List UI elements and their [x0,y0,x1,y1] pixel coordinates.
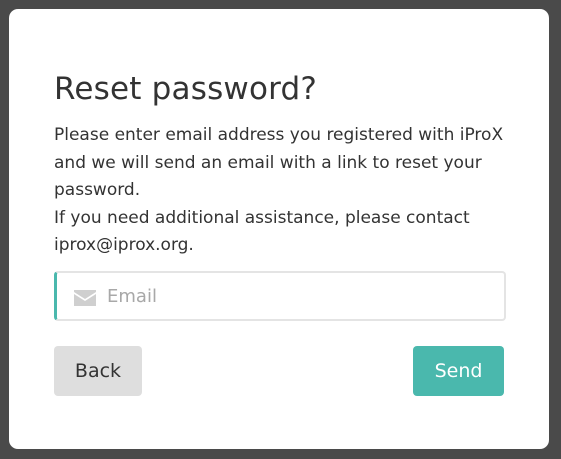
back-button[interactable]: Back [54,346,142,396]
dialog-title: Reset password? [54,71,318,107]
envelope-icon [74,290,96,306]
send-button[interactable]: Send [413,346,504,396]
assistance-text: If you need additional assistance, pleas… [54,207,470,256]
reset-password-dialog: Reset password? Please enter email addre… [9,9,549,449]
instructions-text: Please enter email address you registere… [54,125,504,200]
email-field[interactable] [54,271,506,321]
dialog-description: Please enter email address you registere… [54,122,514,260]
email-input[interactable] [107,273,497,319]
